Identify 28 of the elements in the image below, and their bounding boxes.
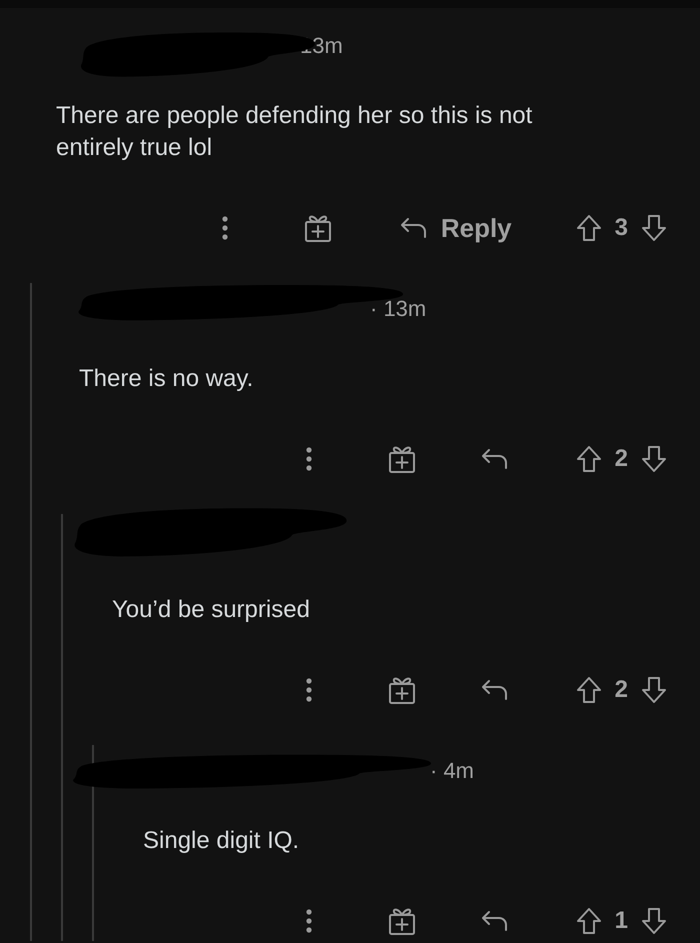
comment-text: You’d be surprised — [112, 595, 311, 625]
vote-count: 3 — [614, 213, 628, 243]
downvote-icon[interactable] — [640, 676, 668, 704]
reply-button[interactable]: Reply — [398, 208, 512, 248]
upvote-icon[interactable] — [574, 214, 603, 242]
downvote-icon[interactable] — [640, 907, 668, 935]
comment-time: · 4m — [430, 756, 474, 784]
gift-icon[interactable] — [303, 213, 334, 243]
more-options-icon[interactable] — [221, 215, 230, 241]
upvote-icon[interactable] — [574, 907, 603, 935]
comment-time: · 13m — [370, 294, 426, 322]
downvote-icon[interactable] — [640, 445, 668, 473]
gift-icon[interactable] — [387, 906, 418, 936]
gift-icon[interactable] — [387, 675, 418, 705]
comment-text: There are people defending her so this is not entirely true lol — [56, 101, 534, 163]
vote-count: 1 — [614, 906, 628, 936]
more-options-icon[interactable] — [305, 677, 314, 703]
comment-text: Single digit IQ. — [143, 826, 300, 856]
downvote-icon[interactable] — [640, 214, 668, 242]
more-options-icon[interactable] — [305, 908, 314, 934]
vote-count: 2 — [614, 675, 628, 705]
upvote-icon[interactable] — [574, 445, 603, 473]
comment-text: There is no way. — [79, 364, 254, 394]
vote-count: 2 — [614, 444, 628, 474]
more-options-icon[interactable] — [305, 446, 314, 472]
gift-icon[interactable] — [387, 444, 418, 474]
upvote-icon[interactable] — [574, 676, 603, 704]
reply-icon — [398, 216, 429, 240]
